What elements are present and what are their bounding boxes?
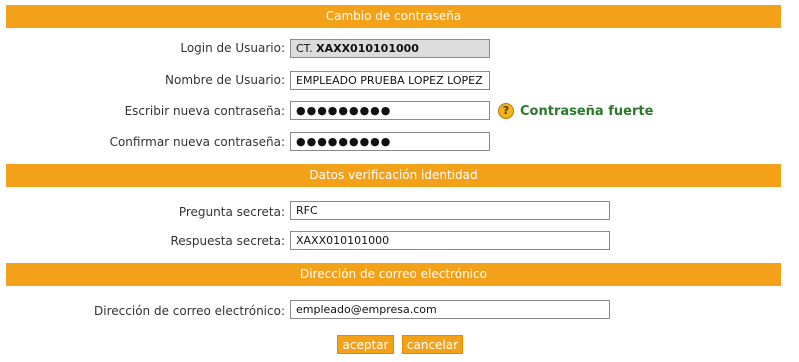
cancel-button[interactable]: cancelar: [402, 335, 463, 354]
confirm-password-label: Confirmar nueva contraseña:: [109, 135, 285, 149]
question-icon[interactable]: ?: [498, 103, 514, 119]
section-header-email: Dirección de correo electrónico: [6, 263, 781, 286]
login-prefix: CT.: [296, 42, 313, 55]
email-label: Dirección de correo electrónico:: [94, 304, 285, 318]
new-password-input[interactable]: ●●●●●●●●●: [290, 101, 490, 120]
section-header-password-change: Cambio de contraseña: [6, 5, 781, 28]
login-value: XAXX010101000: [316, 42, 419, 55]
email-input[interactable]: empleado@empresa.com: [290, 300, 610, 319]
login-field: CT. XAXX010101000: [290, 39, 490, 58]
section-header-identity-verification: Datos verificación identidad: [6, 164, 781, 187]
login-label: Login de Usuario:: [180, 41, 285, 55]
secret-answer-input[interactable]: XAXX010101000: [290, 231, 610, 250]
password-strength-indicator: ? Contraseña fuerte: [498, 101, 653, 121]
name-label: Nombre de Usuario:: [165, 73, 285, 87]
secret-question-input[interactable]: RFC: [290, 201, 610, 220]
name-field[interactable]: EMPLEADO PRUEBA LOPEZ LOPEZ: [290, 71, 490, 90]
confirm-password-input[interactable]: ●●●●●●●●●: [290, 132, 490, 151]
password-strength-text: Contraseña fuerte: [520, 103, 654, 119]
secret-question-label: Pregunta secreta:: [178, 205, 285, 219]
secret-answer-label: Respuesta secreta:: [170, 234, 285, 248]
accept-button[interactable]: aceptar: [337, 335, 394, 354]
new-password-label: Escribir nueva contraseña:: [124, 104, 285, 118]
